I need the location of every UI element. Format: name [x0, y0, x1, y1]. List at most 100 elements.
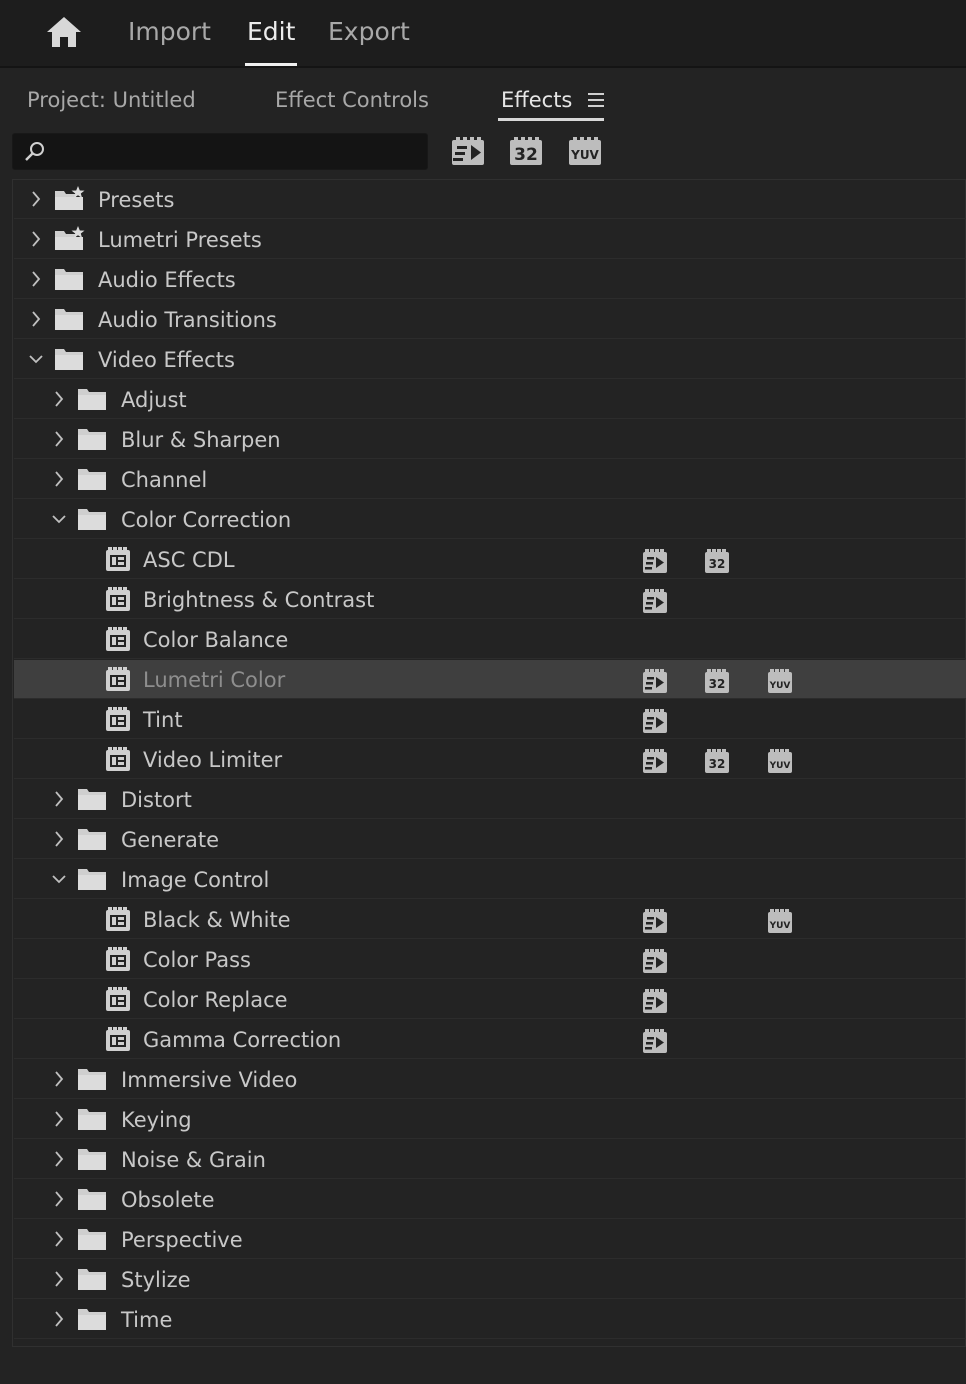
- folder-item-lumetri-presets[interactable]: Lumetri Presets: [14, 220, 966, 259]
- folder-item-keying[interactable]: Keying: [14, 1100, 966, 1139]
- chevron-right-icon[interactable]: [28, 190, 44, 208]
- svg-text:YUV: YUV: [769, 681, 791, 691]
- folder-item-noise-and-grain[interactable]: Noise & Grain: [14, 1140, 966, 1179]
- tree-item-label: Audio Effects: [98, 268, 236, 292]
- chevron-right-icon[interactable]: [51, 1270, 67, 1288]
- video-effect-icon: [106, 667, 130, 691]
- accelerated-effects-filter-icon[interactable]: [451, 137, 485, 167]
- folder-item-generate[interactable]: Generate: [14, 820, 966, 859]
- folder-item-perspective[interactable]: Perspective: [14, 1220, 966, 1259]
- yuv-badge-icon: YUV: [768, 669, 792, 693]
- chevron-down-icon[interactable]: [51, 510, 67, 528]
- chevron-right-icon[interactable]: [51, 1230, 67, 1248]
- tree-item-label: Generate: [121, 828, 220, 852]
- chevron-right-icon[interactable]: [51, 1070, 67, 1088]
- home-icon[interactable]: [44, 14, 84, 50]
- chevron-right-icon[interactable]: [51, 1110, 67, 1128]
- chevron-right-icon[interactable]: [28, 270, 44, 288]
- effect-item-video-limiter[interactable]: Video Limiter 32 YUV: [14, 740, 966, 779]
- effect-item-color-replace[interactable]: Color Replace: [14, 980, 966, 1019]
- effects-panel: Project: Untitled Effect Controls Effect…: [2, 68, 966, 1384]
- tree-item-label: Keying: [121, 1108, 192, 1132]
- chevron-down-icon[interactable]: [51, 870, 67, 888]
- folder-item-adjust[interactable]: Adjust: [14, 380, 966, 419]
- folder-item-blur-and-sharpen[interactable]: Blur & Sharpen: [14, 420, 966, 459]
- 32-bit-badge-icon: 32: [705, 549, 729, 573]
- tree-item-label: Video Effects: [98, 348, 235, 372]
- chevron-right-icon[interactable]: [51, 1190, 67, 1208]
- effect-item-lumetri-color[interactable]: Lumetri Color 32 YUV: [14, 660, 966, 699]
- effect-item-black-and-white[interactable]: Black & White YUV: [14, 900, 966, 939]
- tree-item-label: Brightness & Contrast: [143, 588, 375, 612]
- svg-text:YUV: YUV: [570, 148, 599, 162]
- folder-item-image-control[interactable]: Image Control: [14, 860, 966, 899]
- folder-item-color-correction[interactable]: Color Correction: [14, 500, 966, 539]
- tree-item-label: Obsolete: [121, 1188, 215, 1212]
- tree-item-label: Tint: [143, 708, 183, 732]
- tree-item-label: Color Replace: [143, 988, 288, 1012]
- search-input[interactable]: [53, 134, 417, 171]
- folder-item-audio-effects[interactable]: Audio Effects: [14, 260, 966, 299]
- tab-effect-controls[interactable]: Effect Controls: [275, 86, 429, 114]
- folder-icon: [78, 1229, 106, 1250]
- folder-item-presets[interactable]: Presets: [14, 180, 966, 219]
- tree-item-label: Distort: [121, 788, 192, 812]
- folder-icon: [78, 509, 106, 530]
- tree-item-label: ASC CDL: [143, 548, 235, 572]
- yuv-effects-filter-icon[interactable]: YUV: [568, 137, 602, 167]
- tree-item-label: Blur & Sharpen: [121, 428, 281, 452]
- effect-item-asc-cdl[interactable]: ASC CDL 32: [14, 540, 966, 579]
- chevron-right-icon[interactable]: [51, 1310, 67, 1328]
- tab-effects[interactable]: Effects: [501, 86, 572, 114]
- tree-item-label: Gamma Correction: [143, 1028, 342, 1052]
- chevron-right-icon[interactable]: [28, 310, 44, 328]
- magnifier-icon: [25, 142, 44, 161]
- nav-tab-import[interactable]: Import: [128, 14, 211, 50]
- folder-icon: [78, 1269, 106, 1290]
- folder-item-time[interactable]: Time: [14, 1300, 966, 1339]
- chevron-right-icon[interactable]: [51, 470, 67, 488]
- tree-item-label: Video Limiter: [143, 748, 283, 772]
- folder-item-distort[interactable]: Distort: [14, 780, 966, 819]
- video-effect-icon: [106, 547, 130, 571]
- effect-item-color-pass[interactable]: Color Pass: [14, 940, 966, 979]
- search-box: [12, 133, 428, 171]
- effect-item-gamma-correction[interactable]: Gamma Correction: [14, 1020, 966, 1059]
- nav-tab-export[interactable]: Export: [328, 14, 410, 50]
- effect-item-tint[interactable]: Tint: [14, 700, 966, 739]
- effects-tree: Presets Lumetri Presets Audio Effects Audio…: [12, 179, 966, 1347]
- folder-item-immersive-video[interactable]: Immersive Video: [14, 1060, 966, 1099]
- chevron-right-icon[interactable]: [51, 790, 67, 808]
- nav-tab-edit[interactable]: Edit: [244, 14, 298, 66]
- yuv-badge-icon: YUV: [768, 909, 792, 933]
- tree-item-label: Image Control: [121, 868, 270, 892]
- chevron-right-icon[interactable]: [28, 230, 44, 248]
- video-effect-icon: [106, 947, 130, 971]
- tab-project[interactable]: Project: Untitled: [27, 86, 196, 114]
- effect-item-brightness-and-contrast[interactable]: Brightness & Contrast: [14, 580, 966, 619]
- folder-item-channel[interactable]: Channel: [14, 460, 966, 499]
- effect-item-color-balance[interactable]: Color Balance: [14, 620, 966, 659]
- accelerated-badge-icon: [643, 549, 667, 573]
- preset-folder-icon: [55, 186, 85, 210]
- tree-item-label: Color Pass: [143, 948, 251, 972]
- folder-icon: [78, 389, 106, 410]
- tree-item-label: Color Correction: [121, 508, 292, 532]
- chevron-right-icon[interactable]: [51, 1150, 67, 1168]
- folder-item-video-effects[interactable]: Video Effects: [14, 340, 966, 379]
- folder-item-obsolete[interactable]: Obsolete: [14, 1180, 966, 1219]
- hamburger-menu-icon[interactable]: [586, 90, 606, 110]
- tree-item-label: Lumetri Presets: [98, 228, 262, 252]
- 32-bit-color-filter-icon[interactable]: 32: [509, 137, 543, 167]
- folder-icon: [55, 269, 83, 290]
- panel-footer: [2, 1348, 966, 1384]
- tree-item-label: Adjust: [121, 388, 187, 412]
- yuv-badge-icon: YUV: [768, 749, 792, 773]
- chevron-right-icon[interactable]: [51, 390, 67, 408]
- chevron-right-icon[interactable]: [51, 430, 67, 448]
- folder-item-stylize[interactable]: Stylize: [14, 1260, 966, 1299]
- chevron-right-icon[interactable]: [51, 830, 67, 848]
- chevron-down-icon[interactable]: [28, 350, 44, 368]
- folder-item-audio-transitions[interactable]: Audio Transitions: [14, 300, 966, 339]
- folder-icon: [78, 829, 106, 850]
